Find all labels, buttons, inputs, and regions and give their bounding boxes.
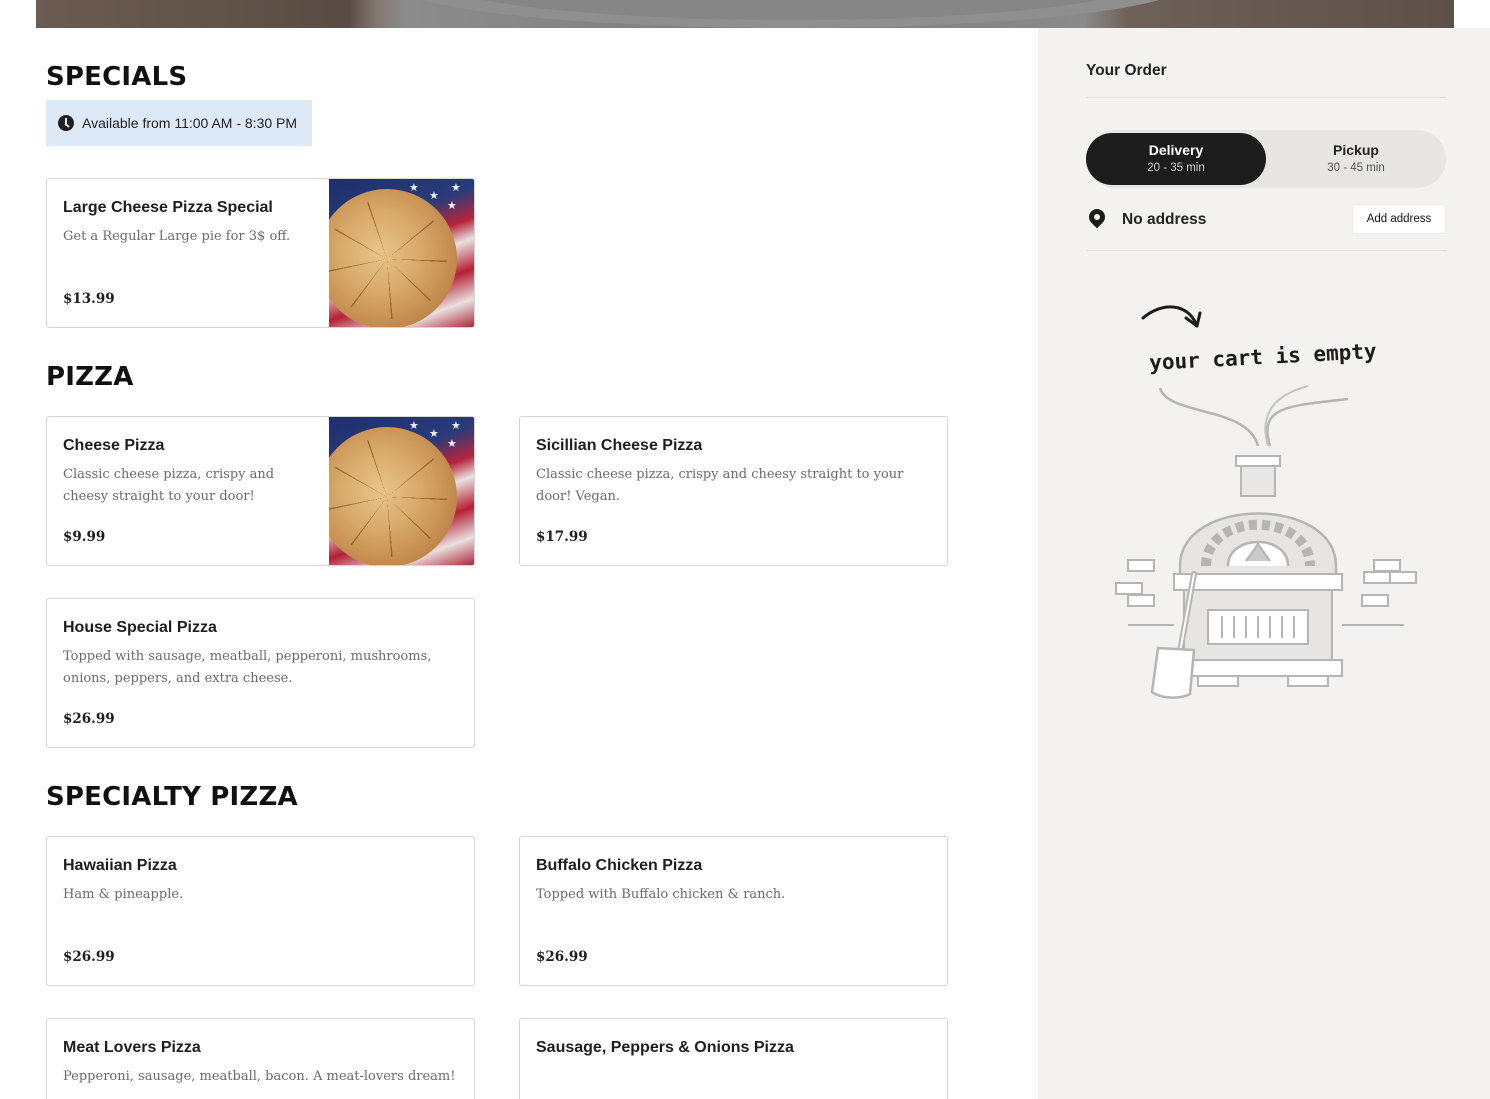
pizza-oven-illustration: your cart is empty	[1115, 305, 1417, 699]
menu-item-name: Sicillian Cheese Pizza	[536, 437, 703, 454]
address-text: No address	[1122, 211, 1207, 228]
menu-item-card[interactable]: Hawaiian Pizza Ham & pineapple. $26.99	[46, 836, 475, 986]
menu-item-name: Sausage, Peppers & Onions Pizza	[536, 1039, 794, 1056]
menu-item-name: Meat Lovers Pizza	[63, 1039, 201, 1056]
menu-item-price: $26.99	[63, 711, 115, 727]
section-title-specials: SPECIALS	[46, 62, 188, 92]
pickup-label: Pickup	[1333, 142, 1379, 158]
availability-text: Available from 11:00 AM - 8:30 PM	[82, 115, 298, 131]
menu-item-photo: ★ ★ ★ ★	[329, 179, 474, 327]
location-pin-icon	[1085, 205, 1109, 229]
menu-item-card[interactable]: Cheese Pizza Classic cheese pizza, crisp…	[46, 416, 475, 566]
menu-item-description: Ham & pineapple.	[63, 887, 184, 902]
menu-item-name: House Special Pizza	[63, 619, 217, 636]
fulfillment-toggle: Delivery 20 - 35 min Pickup 30 - 45 min	[1086, 130, 1446, 188]
menu-item-card[interactable]: Meat Lovers Pizza Pepperoni, sausage, me…	[46, 1018, 475, 1099]
menu-item-description: Classic cheese pizza, crispy and cheesy …	[536, 467, 904, 504]
menu-item-card[interactable]: Sicillian Cheese Pizza Classic cheese pi…	[519, 416, 948, 566]
divider	[1086, 97, 1446, 98]
section-title-pizza: PIZZA	[46, 362, 134, 392]
address-row: No address Add address	[1085, 204, 1446, 236]
pickup-time: 30 - 45 min	[1327, 162, 1385, 174]
hero-banner-image	[36, 0, 1454, 28]
order-sidebar: Your Order Delivery 20 - 35 min Pickup 3…	[1038, 28, 1490, 1099]
menu-item-description: Get a Regular Large pie for 3$ off.	[63, 229, 291, 244]
menu-item-price: $17.99	[536, 529, 588, 545]
menu-item-name: Cheese Pizza	[63, 437, 165, 454]
menu-item-card[interactable]: Large Cheese Pizza Special Get a Regular…	[46, 178, 475, 328]
add-address-button[interactable]: Add address	[1352, 204, 1446, 234]
order-title: Your Order	[1086, 62, 1167, 79]
curved-arrow-icon	[1141, 305, 1198, 326]
delivery-time: 20 - 35 min	[1147, 162, 1205, 174]
menu-item-price: $13.99	[63, 291, 115, 307]
menu-item-price: $26.99	[63, 949, 115, 965]
clock-icon	[58, 115, 74, 131]
availability-badge: Available from 11:00 AM - 8:30 PM	[46, 100, 312, 146]
menu-item-description: Topped with Buffalo chicken & ranch.	[536, 887, 786, 902]
divider	[1086, 250, 1446, 251]
menu-item-description: Topped with sausage, meatball, pepperoni…	[63, 649, 432, 686]
menu-item-photo: ★ ★ ★ ★	[329, 417, 474, 565]
menu-item-name: Buffalo Chicken Pizza	[536, 857, 703, 874]
menu-item-name: Large Cheese Pizza Special	[63, 199, 273, 216]
menu-item-description: Classic cheese pizza, crispy and cheesy …	[63, 467, 275, 504]
section-title-specialty-pizza: SPECIALTY PIZZA	[46, 782, 298, 812]
delivery-option[interactable]: Delivery 20 - 35 min	[1086, 133, 1266, 185]
menu-item-card[interactable]: House Special Pizza Topped with sausage,…	[46, 598, 475, 748]
menu-item-price: $9.99	[63, 529, 106, 545]
menu-item-price: $26.99	[536, 949, 588, 965]
menu-item-card[interactable]: Sausage, Peppers & Onions Pizza	[519, 1018, 948, 1099]
menu-item-description: Pepperoni, sausage, meatball, bacon. A m…	[63, 1069, 456, 1084]
menu-item-name: Hawaiian Pizza	[63, 857, 177, 874]
menu-item-card[interactable]: Buffalo Chicken Pizza Topped with Buffal…	[519, 836, 948, 986]
empty-cart-text: your cart is empty	[1149, 339, 1378, 375]
pickup-option[interactable]: Pickup 30 - 45 min	[1266, 133, 1446, 185]
delivery-label: Delivery	[1148, 142, 1204, 158]
menu-column: SPECIALS Available from 11:00 AM - 8:30 …	[0, 28, 1038, 1099]
